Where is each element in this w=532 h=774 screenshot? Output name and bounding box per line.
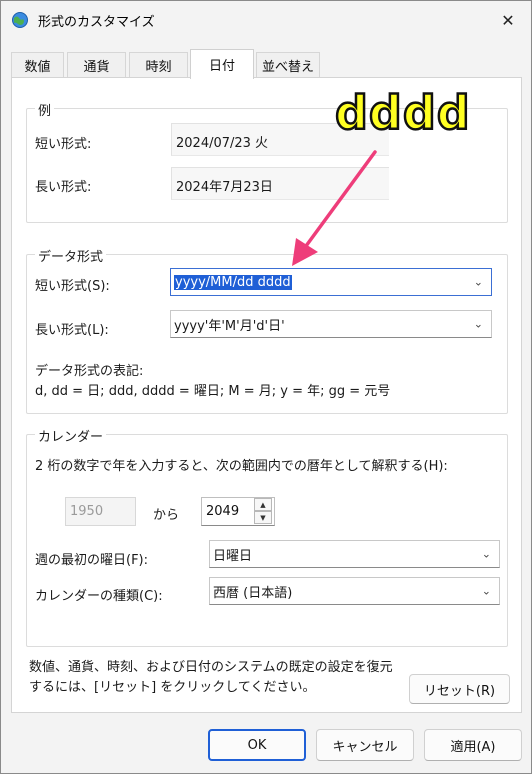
calendar-group-label: カレンダー	[35, 426, 107, 445]
calendar-type-label: カレンダーの種類(C):	[35, 589, 163, 604]
data-format-group-label: データ形式	[35, 246, 107, 265]
reset-note-line-2: するには、[リセット] をクリックしてください。	[29, 680, 316, 695]
close-icon: ✕	[501, 10, 515, 30]
first-day-of-week-value: 日曜日	[213, 548, 253, 564]
data-format-group: データ形式 短い形式(S): yyyy/MM/dd dddd ⌄ 長い形式(L)…	[26, 246, 508, 414]
chevron-down-icon: ⌄	[481, 547, 491, 561]
tab-label: 数値	[24, 60, 51, 75]
spin-up-icon[interactable]: ▲	[254, 498, 272, 511]
short-format-value: yyyy/MM/dd dddd	[174, 274, 292, 290]
spin-down-icon[interactable]: ▼	[254, 511, 272, 524]
tab-number[interactable]: 数値	[11, 52, 64, 78]
short-format-combo[interactable]: yyyy/MM/dd dddd ⌄	[170, 268, 492, 296]
two-digit-year-description: 2 桁の数字で年を入力すると、次の範囲内での暦年として解釈する(H):	[35, 459, 448, 474]
tab-label: 時刻	[145, 60, 172, 75]
first-day-of-week-combo[interactable]: 日曜日 ⌄	[209, 540, 500, 568]
year-from-input: 1950	[65, 497, 136, 526]
reset-note-line-1: 数値、通貨、時刻、および日付のシステムの既定の設定を復元	[29, 660, 393, 675]
apply-button[interactable]: 適用(A)	[424, 729, 522, 761]
chevron-down-icon: ⌄	[481, 584, 491, 598]
chevron-down-icon: ⌄	[473, 317, 483, 331]
calendar-type-combo[interactable]: 西暦 (日本語) ⌄	[209, 577, 500, 605]
year-from-value: 1950	[70, 504, 104, 519]
tab-label: 通貨	[83, 60, 110, 75]
notation-title: データ形式の表記:	[35, 364, 144, 379]
calendar-group: カレンダー 2 桁の数字で年を入力すると、次の範囲内での暦年として解釈する(H)…	[26, 426, 508, 647]
reset-button[interactable]: リセット(R)	[409, 674, 510, 704]
long-format-value: yyyy'年'M'月'd'日'	[174, 318, 285, 334]
chevron-down-icon: ⌄	[473, 275, 483, 289]
calendar-type-value: 西暦 (日本語)	[213, 585, 293, 601]
globe-settings-icon	[12, 12, 28, 28]
ok-button[interactable]: OK	[208, 729, 306, 761]
tab-label: 並べ替え	[261, 60, 314, 75]
example-long-value: 2024年7月23日	[171, 167, 389, 200]
first-day-of-week-label: 週の最初の曜日(F):	[35, 553, 149, 568]
tab-date[interactable]: 日付	[190, 49, 254, 79]
example-group-label: 例	[35, 100, 55, 119]
cancel-button[interactable]: キャンセル	[316, 729, 414, 761]
date-tab-page: 例 短い形式: 2024/07/23 火 長い形式: 2024年7月23日 デー…	[11, 77, 522, 713]
close-button[interactable]: ✕	[485, 1, 531, 39]
tab-sort[interactable]: 並べ替え	[256, 52, 320, 78]
year-to-value: 2049	[206, 504, 240, 519]
notation-text: d, dd = 日; ddd, dddd = 曜日; M = 月; y = 年;…	[35, 384, 391, 399]
tab-time[interactable]: 時刻	[129, 52, 188, 78]
example-short-label: 短い形式:	[35, 137, 92, 152]
long-format-combo[interactable]: yyyy'年'M'月'd'日' ⌄	[170, 310, 492, 338]
window-title: 形式のカスタマイズ	[38, 15, 155, 30]
short-format-label: 短い形式(S):	[35, 279, 110, 294]
example-long-label: 長い形式:	[35, 180, 92, 195]
tab-currency[interactable]: 通貨	[67, 52, 126, 78]
year-range-separator: から	[153, 508, 180, 523]
title-bar: 形式のカスタマイズ ✕	[1, 1, 531, 39]
annotation-callout: dddd	[334, 86, 471, 140]
tab-label: 日付	[208, 59, 235, 74]
long-format-label: 長い形式(L):	[35, 323, 109, 338]
